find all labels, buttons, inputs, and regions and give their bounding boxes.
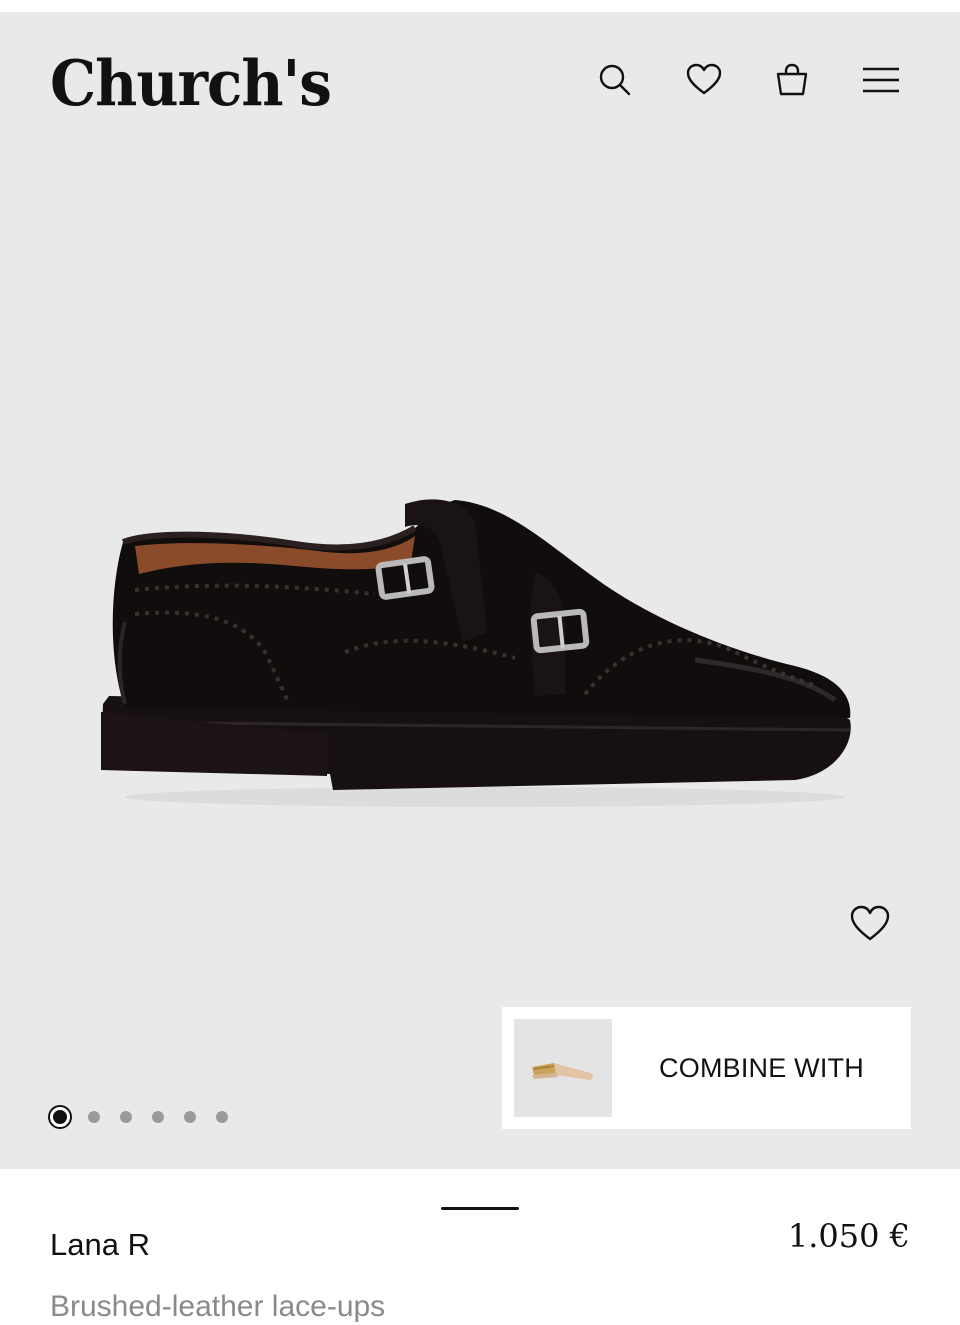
combine-with-card[interactable]: COMBINE WITH	[502, 1007, 911, 1129]
pagination-dot[interactable]	[216, 1111, 228, 1123]
menu-button[interactable]	[855, 54, 907, 106]
search-button[interactable]	[589, 54, 641, 106]
product-description: Brushed-leather lace-ups	[50, 1290, 386, 1323]
favorite-button[interactable]	[844, 898, 896, 950]
gallery-pagination	[50, 1107, 248, 1127]
heart-icon	[686, 63, 722, 95]
pagination-dot[interactable]	[120, 1111, 132, 1123]
product-price: 1.050 €	[787, 1217, 910, 1255]
shoe-brush-icon	[532, 1063, 593, 1080]
combine-with-label: COMBINE WITH	[659, 1052, 864, 1083]
heart-icon	[850, 905, 890, 941]
sheet-drag-handle[interactable]	[441, 1207, 519, 1210]
search-icon	[599, 64, 631, 96]
brand-logo[interactable]: Church's	[50, 52, 332, 115]
pagination-dot[interactable]	[50, 1107, 70, 1127]
wishlist-button[interactable]	[678, 54, 730, 106]
product-name: Lana R	[50, 1227, 150, 1262]
shoe-brush-thumbnail	[514, 1019, 612, 1117]
pagination-dot[interactable]	[88, 1111, 100, 1123]
shopping-bag-icon	[776, 63, 808, 96]
pagination-dot[interactable]	[152, 1111, 164, 1123]
bag-button[interactable]	[766, 54, 818, 106]
pagination-dot[interactable]	[184, 1111, 196, 1123]
product-gallery[interactable]: Church's COMBINE WITH	[0, 12, 960, 1169]
product-info-sheet: Lana R 1.050 € Brushed-leather lace-ups	[0, 1169, 960, 1325]
top-strip	[0, 0, 960, 12]
menu-icon	[863, 67, 899, 93]
product-image[interactable]	[95, 482, 865, 812]
